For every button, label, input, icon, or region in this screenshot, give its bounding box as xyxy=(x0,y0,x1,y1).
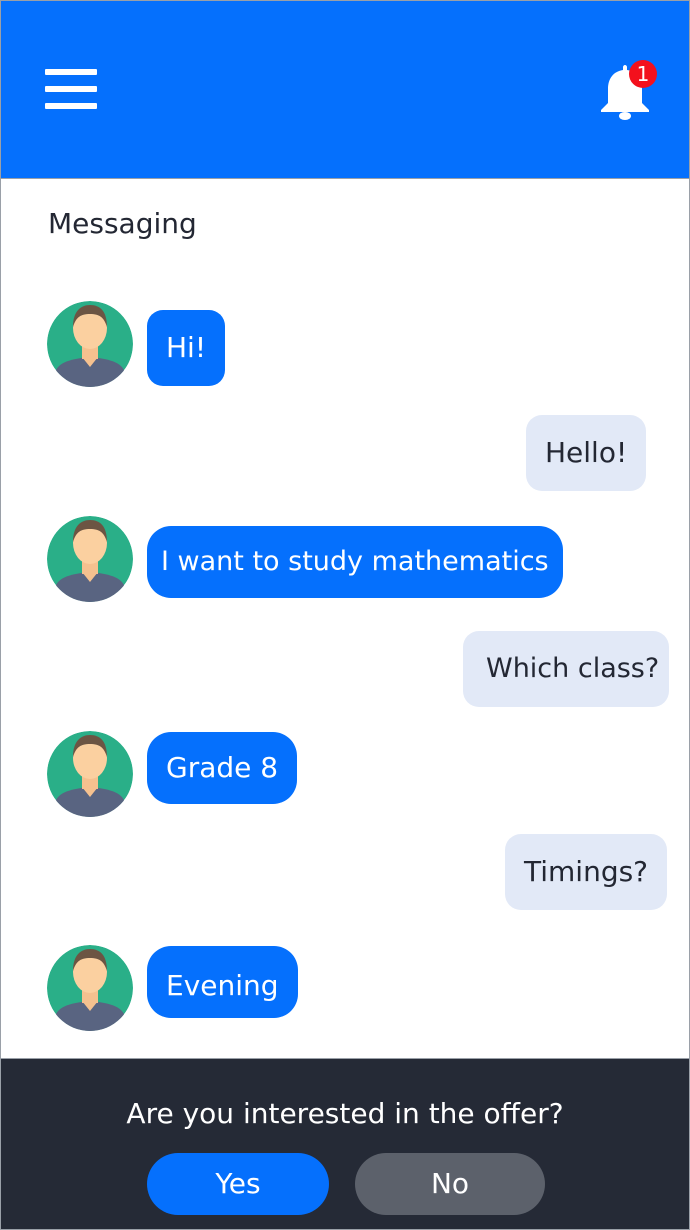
incoming-message-bubble: Hi! xyxy=(147,310,226,386)
notifications-button[interactable]: 1 xyxy=(593,57,663,125)
incoming-message-bubble: I want to study mathematics xyxy=(147,526,563,598)
offer-question: Are you interested in the offer? xyxy=(126,1097,564,1130)
incoming-message-bubble: Evening xyxy=(147,946,298,1018)
offer-panel: Are you interested in the offer? Yes No xyxy=(1,1058,689,1229)
notification-badge: 1 xyxy=(629,60,657,88)
outgoing-message-bubble: Hello! xyxy=(526,415,647,491)
no-button[interactable]: No xyxy=(355,1153,545,1215)
top-app-bar: 1 xyxy=(1,1,689,179)
outgoing-message-bubble: Which class? xyxy=(463,631,670,707)
menu-bar xyxy=(45,86,97,92)
page-title: Messaging xyxy=(48,207,197,240)
user-avatar xyxy=(47,301,133,387)
menu-bar xyxy=(45,103,97,109)
menu-bar xyxy=(45,69,97,75)
outgoing-message-bubble: Timings? xyxy=(505,834,668,910)
incoming-message-bubble: Grade 8 xyxy=(147,732,298,804)
user-avatar xyxy=(47,731,133,817)
yes-button[interactable]: Yes xyxy=(147,1153,329,1215)
user-avatar xyxy=(47,516,133,602)
hamburger-menu-icon[interactable] xyxy=(45,69,99,113)
user-avatar xyxy=(47,945,133,1031)
app-frame: 1 Messaging Hi! Hello! I want to study m… xyxy=(0,0,690,1230)
